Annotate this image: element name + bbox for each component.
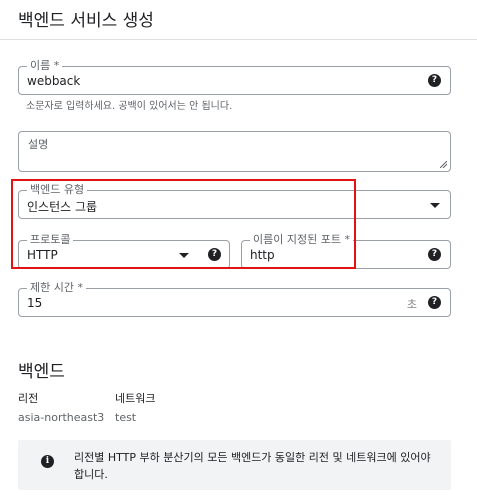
region-column-header: 리전 — [18, 392, 39, 405]
description-field[interactable]: 설명 — [18, 131, 451, 172]
timeout-unit-suffix: 초 — [406, 298, 417, 311]
resize-handle-icon[interactable] — [440, 161, 447, 168]
help-icon[interactable]: ? — [428, 74, 441, 87]
backends-section-title: 백엔드 — [18, 362, 65, 382]
timeout-label: 제한 시간 * — [27, 281, 86, 295]
timeout-value[interactable]: 15 — [27, 296, 42, 310]
help-icon[interactable]: ? — [428, 248, 441, 261]
region-value: asia-northeast3 — [18, 411, 105, 424]
page-title: 백엔드 서비스 생성 — [18, 11, 154, 31]
header-divider — [0, 39, 477, 40]
info-message: 리전별 HTTP 부하 분산기의 모든 백엔드가 동일한 리전 및 네트워크에 … — [74, 451, 431, 481]
network-column-header: 네트워크 — [115, 392, 156, 405]
help-icon[interactable]: ? — [428, 296, 441, 309]
timeout-field[interactable]: 제한 시간 * 15 초 ? — [18, 281, 451, 317]
description-field-label: 설명 — [28, 138, 49, 151]
name-field-hint: 소문자로 입력하세요. 공백이 있어서는 안 됩니다. — [26, 101, 233, 112]
name-field-label: 이름 * — [27, 59, 63, 73]
info-icon: i — [41, 455, 54, 468]
name-field-value[interactable]: webback — [27, 74, 80, 88]
chevron-down-icon[interactable] — [430, 203, 440, 208]
info-box: i 리전별 HTTP 부하 분산기의 모든 백엔드가 동일한 리전 및 네트워크… — [18, 440, 451, 490]
name-field[interactable]: 이름 * webback ? — [18, 59, 451, 95]
highlight-box — [11, 179, 356, 269]
network-value: test — [115, 411, 137, 424]
